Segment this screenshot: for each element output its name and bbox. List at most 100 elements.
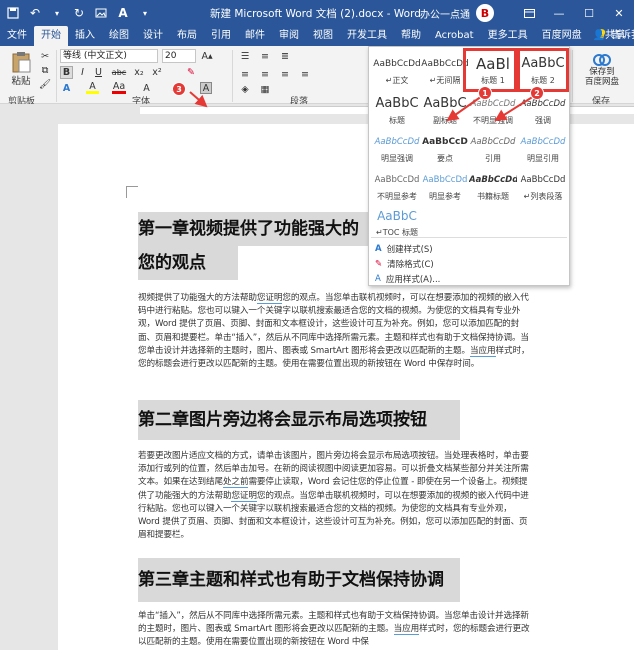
heading-chapter-2[interactable]: 第二章图片旁边将会显示布局选项按钮	[138, 400, 460, 440]
paragraph-1[interactable]: 视频提供了功能强大的方法帮助您证明您的观点。当您单击联机视频时，可以在想要添加的…	[138, 292, 530, 371]
style-subtitle[interactable]: AaBbC 副标题	[421, 93, 469, 131]
ribbon-display-icon[interactable]	[514, 0, 544, 26]
borders-icon[interactable]: ▦	[258, 84, 272, 95]
tab-draw[interactable]: 绘图	[102, 26, 136, 46]
font-icon[interactable]: A	[114, 4, 132, 22]
style-preview: AaBbC	[423, 96, 467, 111]
minimize-icon[interactable]: —	[544, 0, 574, 26]
paste-button[interactable]: 粘贴	[6, 50, 36, 88]
tab-baidu-netdisk[interactable]: 百度网盘	[535, 26, 589, 46]
style-preview: AaBbCcDd	[470, 137, 516, 147]
align-left-icon[interactable]: ≡	[238, 68, 252, 80]
tab-mailings[interactable]: 邮件	[238, 26, 272, 46]
format-painter-icon[interactable]: 🖌	[38, 78, 52, 90]
clear-formatting-icon[interactable]: ✎	[184, 66, 198, 79]
style-strong[interactable]: AaBbCcD 要点	[421, 131, 469, 169]
image-icon[interactable]	[92, 4, 110, 22]
tab-review[interactable]: 审阅	[272, 26, 306, 46]
superscript-button[interactable]: x²	[150, 66, 164, 79]
bold-button[interactable]: B	[60, 66, 73, 79]
style-title[interactable]: AaBbC 标题	[373, 93, 421, 131]
tab-layout[interactable]: 布局	[170, 26, 204, 46]
avatar[interactable]: B	[476, 4, 494, 22]
style-intense-reference[interactable]: AaBbCcDd 明显参考	[421, 169, 469, 207]
save-to-baidu-button[interactable]: 保存到 百度网盘	[574, 50, 630, 90]
save-baidu-label: 保存到 百度网盘	[584, 67, 619, 87]
user-area[interactable]: 办公一点通 B	[420, 4, 494, 22]
style-subtle-reference[interactable]: AaBbCcDd 不明显参考	[373, 169, 421, 207]
align-right-icon[interactable]: ≡	[278, 68, 292, 80]
apply-styles-command[interactable]: A 应用样式(A)...	[375, 273, 440, 285]
annotation-badge-3: 3	[172, 82, 186, 96]
paste-label: 粘贴	[11, 76, 31, 87]
redo-icon[interactable]: ↻	[70, 4, 88, 22]
multilevel-list-icon[interactable]: ≣	[278, 50, 292, 62]
heading-chapter-1-line-2[interactable]: 您的观点	[138, 246, 238, 280]
font-name-select[interactable]: 等线 (中文正文)	[60, 49, 158, 63]
baidu-cloud-icon	[593, 54, 611, 66]
style-intense-emphasis[interactable]: AaBbCcDd 明显强调	[373, 131, 421, 169]
style-no-spacing[interactable]: AaBbCcDd ↵无间隔	[421, 53, 469, 91]
divider	[572, 50, 573, 102]
tab-references[interactable]: 引用	[204, 26, 238, 46]
tab-developer[interactable]: 开发工具	[340, 26, 394, 46]
style-intense-quote[interactable]: AaBbCcDd 明显引用	[519, 131, 567, 169]
command-label: 清除格式(C)	[387, 260, 434, 270]
tab-file[interactable]: 文件	[0, 26, 34, 46]
clear-formatting-command[interactable]: ✎ 清除格式(C)	[375, 258, 434, 270]
change-case-button[interactable]: A	[140, 82, 153, 94]
align-center-icon[interactable]: ≡	[258, 68, 272, 80]
annotation-badge-2: 2	[530, 86, 544, 100]
grow-font-icon[interactable]: A ▲	[200, 49, 214, 63]
highlight-box-heading-1	[463, 48, 517, 92]
style-subtle-emphasis[interactable]: AaBbCcDd 不明显强调	[469, 93, 517, 131]
cut-icon[interactable]: ✂	[38, 50, 52, 62]
tab-view[interactable]: 视图	[306, 26, 340, 46]
tab-help[interactable]: 帮助	[394, 26, 428, 46]
style-book-title[interactable]: AaBbCcDd 书籍标题	[469, 169, 517, 207]
style-name: 不明显参考	[377, 192, 417, 201]
maximize-icon[interactable]: ☐	[574, 0, 604, 26]
style-quote[interactable]: AaBbCcDd 引用	[469, 131, 517, 169]
style-preview: AaBbCcDd	[374, 175, 420, 185]
highlight-button[interactable]: A	[86, 81, 99, 94]
subscript-button[interactable]: x₂	[132, 66, 146, 79]
shading-icon[interactable]: ◈	[238, 84, 252, 95]
heading-chapter-1[interactable]: 第一章视频提供了功能强大的	[138, 212, 388, 246]
justify-icon[interactable]: ≡	[298, 68, 312, 80]
style-preview: AaBbCcDd	[373, 59, 421, 69]
save-icon[interactable]	[4, 4, 22, 22]
italic-button[interactable]: I	[76, 66, 89, 79]
tab-insert[interactable]: 插入	[68, 26, 102, 46]
numbering-icon[interactable]: ≡	[258, 50, 272, 62]
paragraph-3[interactable]: 单击“插入”，然后从不同库中选择所需元素。主题和样式也有助于文档保持协调。当您单…	[138, 610, 530, 650]
font-color-button[interactable]: Aa	[112, 81, 126, 94]
tab-design[interactable]: 设计	[136, 26, 170, 46]
highlight-box-heading-2	[517, 48, 569, 92]
strikethrough-button[interactable]: abc	[110, 66, 128, 79]
character-border-button[interactable]: A	[200, 82, 212, 94]
style-emphasis[interactable]: AaBbCcDd 强调	[519, 93, 567, 131]
copy-icon[interactable]: ⧉	[38, 64, 52, 76]
underline-button[interactable]: U	[92, 66, 105, 79]
text-effects-button[interactable]: A	[60, 82, 73, 94]
paragraph-2[interactable]: 若要更改图片适应文档的方式，请单击该图片，图片旁边将会显示布局选项按钮。当处理表…	[138, 450, 530, 542]
close-icon[interactable]: ✕	[604, 0, 634, 26]
dropdown-icon[interactable]: ▾	[48, 4, 66, 22]
customize-quick-access-icon[interactable]: ▾	[136, 4, 154, 22]
font-size-select[interactable]: 20	[162, 49, 196, 63]
style-list-paragraph[interactable]: AaBbCcDd ↵列表段落	[519, 169, 567, 207]
bullets-icon[interactable]: ☰	[238, 50, 252, 62]
style-normal[interactable]: AaBbCcDd ↵正文	[373, 53, 421, 91]
heading-text: 第二章图片旁边将会显示布局选项按钮	[138, 410, 427, 430]
tab-more-tools[interactable]: 更多工具	[481, 26, 535, 46]
share-label: 共享	[605, 30, 625, 41]
style-preview: AaBbCcDd	[422, 175, 468, 185]
tab-home[interactable]: 开始	[34, 26, 68, 46]
ribbon-tabs: 文件 开始 插入 绘图 设计 布局 引用 邮件 审阅 视图 开发工具 帮助 Ac…	[0, 26, 634, 46]
tab-acrobat[interactable]: Acrobat	[428, 26, 481, 46]
create-style-command[interactable]: A 创建样式(S)	[375, 243, 433, 255]
heading-chapter-3[interactable]: 第三章主题和样式也有助于文档保持协调	[138, 558, 460, 602]
share-button[interactable]: 👤共享	[586, 26, 632, 46]
undo-icon[interactable]: ↶	[26, 4, 44, 22]
